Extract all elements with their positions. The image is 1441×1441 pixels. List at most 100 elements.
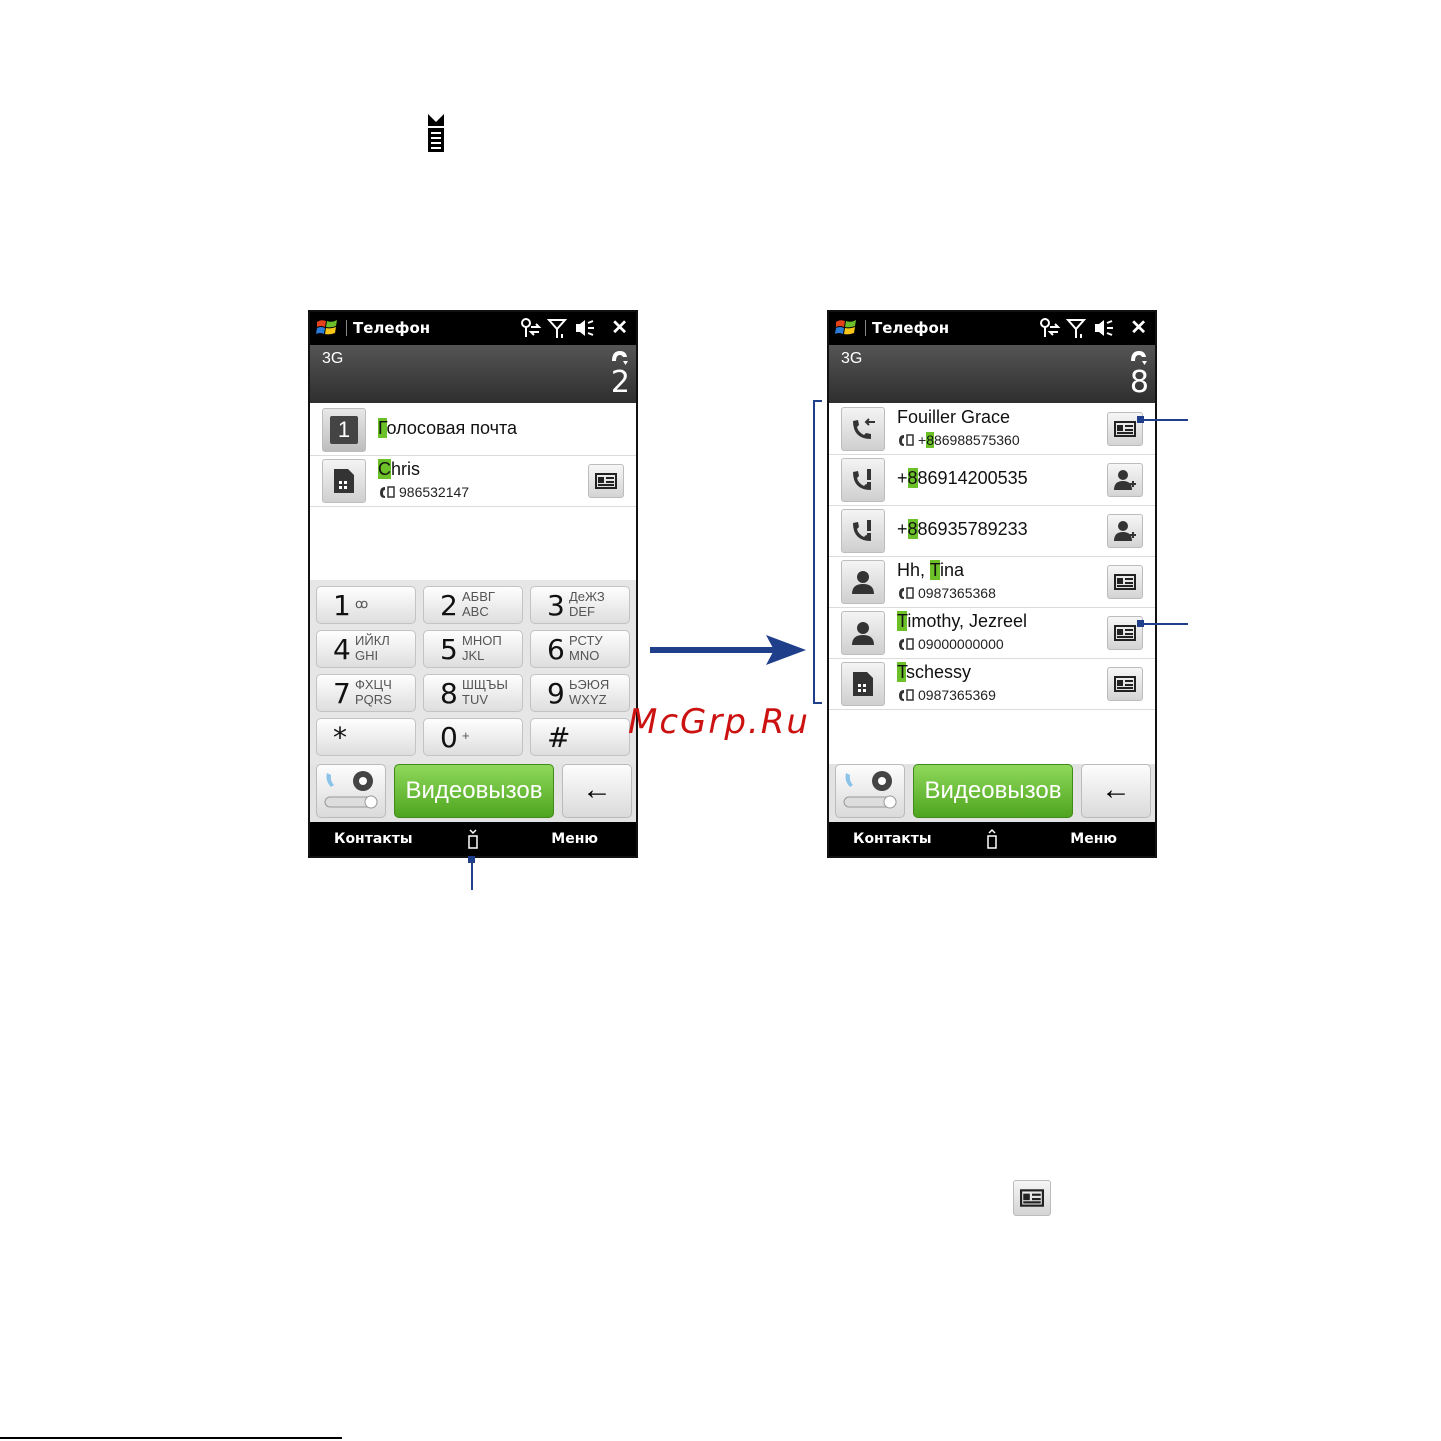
app-title: Телефон [346, 320, 430, 336]
backspace-button[interactable]: ← [562, 764, 632, 818]
signal-icon[interactable] [1065, 317, 1087, 339]
menu-softkey[interactable]: Меню [1070, 831, 1117, 847]
title-bar: Телефон ✕ [829, 312, 1155, 345]
volume-icon[interactable] [1093, 317, 1115, 339]
phone-webcam-toggle-icon [324, 771, 378, 809]
add-contact-button[interactable] [1107, 463, 1143, 497]
contacts-softkey[interactable]: Контакты [334, 831, 413, 847]
key-7[interactable]: 7 ФХЦЧ PQRS [316, 674, 416, 712]
add-contact-icon [1114, 470, 1136, 490]
menu-softkey[interactable]: Меню [551, 831, 598, 847]
keypad-toggle-icon[interactable] [466, 828, 480, 850]
result-number: +886988575360 [897, 432, 1020, 448]
phone-screen-results: Телефон ✕ 3G 8 Fouiller Grace +886988575… [827, 310, 1157, 858]
missed-call-icon [841, 458, 885, 502]
callout-line [1144, 623, 1188, 625]
contact-card-icon [1020, 1189, 1044, 1207]
key-1[interactable]: 1ꝏ [316, 586, 416, 624]
result-name: Hh, Tina [897, 560, 965, 580]
status-panel: 3G 2 [310, 345, 636, 403]
contact-card-button[interactable] [588, 464, 624, 498]
key-4[interactable]: 4 ИЙКЛ GHI [316, 630, 416, 668]
close-icon[interactable]: ✕ [1130, 317, 1147, 339]
windows-start-icon[interactable] [835, 318, 857, 338]
contact-card-icon [1114, 625, 1136, 641]
result-number: 986532147 [378, 484, 469, 500]
contact-card-button[interactable] [1107, 667, 1143, 701]
key-star[interactable]: * [316, 718, 416, 756]
contact-card-icon [1114, 421, 1136, 437]
incoming-call-icon [841, 407, 885, 451]
list-item[interactable]: Chris 986532147 [310, 456, 636, 507]
callout-line [1144, 419, 1188, 421]
voicemail-digit: 1 [330, 416, 358, 444]
callout-line [471, 862, 473, 890]
backspace-button[interactable]: ← [1081, 764, 1151, 818]
phone-number-icon [899, 587, 914, 599]
footer-rule [0, 1437, 342, 1439]
key-9[interactable]: 9 ЬЭЮЯ WXYZ [530, 674, 630, 712]
result-number: 0987365369 [897, 687, 996, 703]
result-name: Голосовая почта [378, 418, 518, 438]
list-item[interactable]: +886935789233 [829, 506, 1155, 557]
signal-icon[interactable] [546, 317, 568, 339]
person-icon [841, 560, 885, 604]
call-type-toggle[interactable] [316, 764, 386, 818]
missed-call-count: 2 [610, 365, 630, 400]
contacts-softkey[interactable]: Контакты [853, 831, 932, 847]
result-name: Chris [378, 459, 421, 479]
result-name: Timothy, Jezreel [897, 611, 1028, 631]
call-controls: Видеовызов ← [310, 764, 636, 822]
sim-icon [322, 459, 366, 503]
list-item[interactable]: Fouiller Grace +886988575360 [829, 404, 1155, 455]
call-type-toggle[interactable] [835, 764, 905, 818]
key-5[interactable]: 5 МНОП JKL [423, 630, 523, 668]
video-call-button[interactable]: Видеовызов [394, 764, 554, 818]
softkey-bar: Контакты Меню [829, 822, 1155, 856]
add-contact-button[interactable] [1107, 514, 1143, 548]
app-title: Телефон [865, 320, 949, 336]
voicemail-key-thumb: 1 [322, 408, 366, 452]
list-item[interactable]: Tschessy 0987365369 [829, 659, 1155, 710]
volume-icon[interactable] [574, 317, 596, 339]
keypad-phone-icon [428, 114, 444, 152]
connectivity-icon[interactable] [520, 317, 542, 339]
contact-card-icon [595, 473, 617, 489]
call-controls: Видеовызов ← [829, 764, 1155, 822]
close-icon[interactable]: ✕ [611, 317, 628, 339]
add-contact-icon [1114, 521, 1136, 541]
transition-arrow [650, 635, 806, 665]
key-0[interactable]: 0 + [423, 718, 523, 756]
phone-number-icon [899, 434, 914, 446]
result-number: 0987365368 [897, 585, 996, 601]
key-3[interactable]: 3 ДеЖЗ DEF [530, 586, 630, 624]
list-item[interactable]: Hh, Tina 0987365368 [829, 557, 1155, 608]
windows-start-icon[interactable] [316, 318, 338, 338]
list-item[interactable]: Timothy, Jezreel 09000000000 [829, 608, 1155, 659]
person-icon [841, 611, 885, 655]
connectivity-icon[interactable] [1039, 317, 1061, 339]
missed-call-icon [841, 509, 885, 553]
sim-icon [841, 662, 885, 706]
key-2[interactable]: 2 АБВГ ABC [423, 586, 523, 624]
results-bracket [813, 400, 822, 704]
phone-webcam-toggle-icon [843, 771, 897, 809]
result-number: 09000000000 [897, 636, 1004, 652]
key-hash[interactable]: # [530, 718, 630, 756]
watermark: McGrp.Ru [628, 702, 810, 742]
key-8[interactable]: 8 ШЩЪЫ TUV [423, 674, 523, 712]
callout-dot [1137, 620, 1144, 627]
video-call-button[interactable]: Видеовызов [913, 764, 1073, 818]
network-type: 3G [841, 350, 863, 367]
title-bar: Телефон ✕ [310, 312, 636, 345]
phone-screen-dialer: Телефон ✕ 3G 2 1 Голосовая почта Chris 9… [308, 310, 638, 858]
keypad-toggle-icon[interactable] [985, 828, 999, 850]
key-6[interactable]: 6 РСТУ MNO [530, 630, 630, 668]
result-name: +886914200535 [897, 468, 1028, 488]
dial-keypad: 1ꝏ 2 АБВГ ABC 3 ДеЖЗ DEF 4 ИЙКЛ GHI 5 МНОП JKL 6… [310, 580, 636, 764]
contact-card-button[interactable] [1107, 565, 1143, 599]
list-item[interactable]: +886914200535 [829, 455, 1155, 506]
contact-card-icon [1114, 574, 1136, 590]
list-item[interactable]: 1 Голосовая почта [310, 405, 636, 456]
status-panel: 3G 8 [829, 345, 1155, 403]
